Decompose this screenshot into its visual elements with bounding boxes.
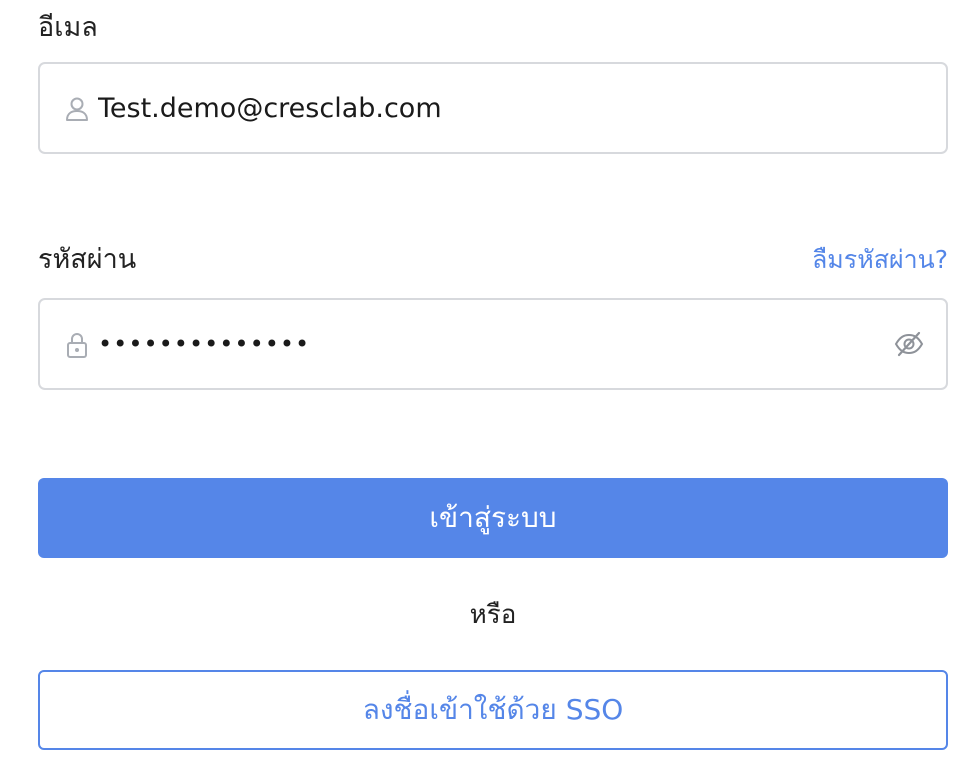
email-input[interactable] [98,64,878,152]
email-field[interactable] [38,62,948,154]
login-button[interactable]: เข้าสู่ระบบ [38,478,948,558]
password-label: รหัสผ่าน [38,244,137,275]
forgot-password-link[interactable]: ลืมรหัสผ่าน? [812,244,948,276]
password-input[interactable] [98,300,878,388]
user-icon [66,97,88,121]
email-label: อีเมล [38,12,98,43]
sso-login-button[interactable]: ลงชื่อเข้าใช้ด้วย SSO [38,670,948,750]
password-field[interactable] [38,298,948,390]
lock-icon [67,333,87,358]
eye-slash-icon[interactable] [894,330,924,358]
or-divider-text: หรือ [469,600,517,630]
